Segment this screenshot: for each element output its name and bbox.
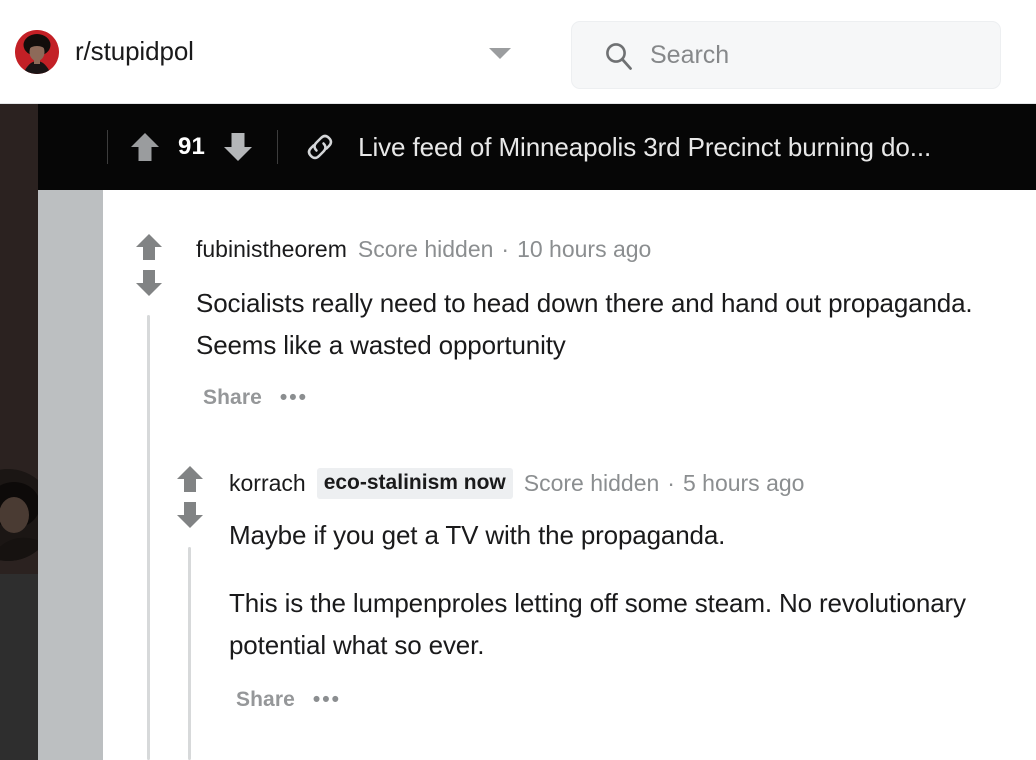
background-avatar-image xyxy=(0,469,38,561)
comment-paragraph: Maybe if you get a TV with the propagand… xyxy=(229,520,726,550)
comment-downvote-button[interactable] xyxy=(135,268,163,298)
comment-paragraph: This is the lumpenproles letting off som… xyxy=(229,588,966,660)
share-button[interactable]: Share xyxy=(236,688,295,712)
comment-timestamp: 10 hours ago xyxy=(517,236,652,262)
left-gray-column[interactable] xyxy=(38,190,103,760)
search-icon xyxy=(606,42,632,70)
comment-thread-line[interactable] xyxy=(188,547,191,760)
comment-score: Score hidden xyxy=(357,236,494,262)
comment-header: fubinistheorem Score hidden · 10 hours a… xyxy=(196,236,651,263)
comment-vote-group xyxy=(135,232,163,298)
search-placeholder: Search xyxy=(650,40,730,69)
subreddit-selector[interactable]: r/stupidpol xyxy=(15,29,194,74)
share-button[interactable]: Share xyxy=(203,386,262,410)
post-score: 91 xyxy=(178,133,206,160)
post-vote-group: 91 xyxy=(130,131,253,163)
more-options-icon[interactable]: ••• xyxy=(313,689,341,710)
post-title[interactable]: Live feed of Minneapolis 3rd Precinct bu… xyxy=(358,132,931,163)
chevron-down-icon[interactable] xyxy=(485,43,515,63)
postbar-divider-right xyxy=(277,130,279,164)
comment-score: Score hidden xyxy=(523,470,660,496)
comment-separator: · xyxy=(501,236,510,262)
comment-body: Maybe if you get a TV with the propagand… xyxy=(229,514,1029,666)
chevron-down-glyph xyxy=(489,47,511,59)
comment-upvote-button[interactable] xyxy=(176,464,204,494)
search-input[interactable]: Search xyxy=(571,21,1001,89)
comment-paragraph: Socialists really need to head down ther… xyxy=(196,288,973,360)
comment-body: Socialists really need to head down ther… xyxy=(196,282,1036,366)
comment-author[interactable]: korrach xyxy=(229,470,306,497)
comment-actions: Share ••• xyxy=(236,688,341,712)
comment-header: korrach eco-stalinism now Score hidden ·… xyxy=(229,468,804,499)
post-header-bar: 91 Live feed of Minneapolis 3rd Precinct… xyxy=(38,104,1036,190)
background-left-strip: s xyxy=(0,104,38,760)
reddit-comment-page: s r/stupidpol xyxy=(0,0,1036,760)
comment-downvote-button[interactable] xyxy=(176,500,204,530)
comment-separator: · xyxy=(667,470,675,496)
subreddit-avatar xyxy=(15,29,59,74)
comment-timestamp: 5 hours ago xyxy=(682,470,805,496)
comment-thread-line[interactable] xyxy=(147,315,150,760)
top-header-bar: r/stupidpol Search xyxy=(0,0,1036,104)
comment-flair-badge: eco-stalinism now xyxy=(316,468,513,499)
background-dark-panel xyxy=(0,574,38,760)
comment-author[interactable]: fubinistheorem xyxy=(196,236,347,263)
postbar-divider-left xyxy=(107,130,108,164)
post-upvote-button[interactable] xyxy=(130,131,160,163)
link-chain-icon[interactable] xyxy=(302,129,338,165)
comment-thread: fubinistheorem Score hidden · 10 hours a… xyxy=(103,190,1036,760)
post-downvote-button[interactable] xyxy=(223,131,253,163)
comment-vote-group xyxy=(176,464,204,530)
comment-actions: Share ••• xyxy=(203,386,308,410)
more-options-icon[interactable]: ••• xyxy=(280,387,308,408)
comment-upvote-button[interactable] xyxy=(135,232,163,262)
subreddit-name: r/stupidpol xyxy=(75,36,194,66)
